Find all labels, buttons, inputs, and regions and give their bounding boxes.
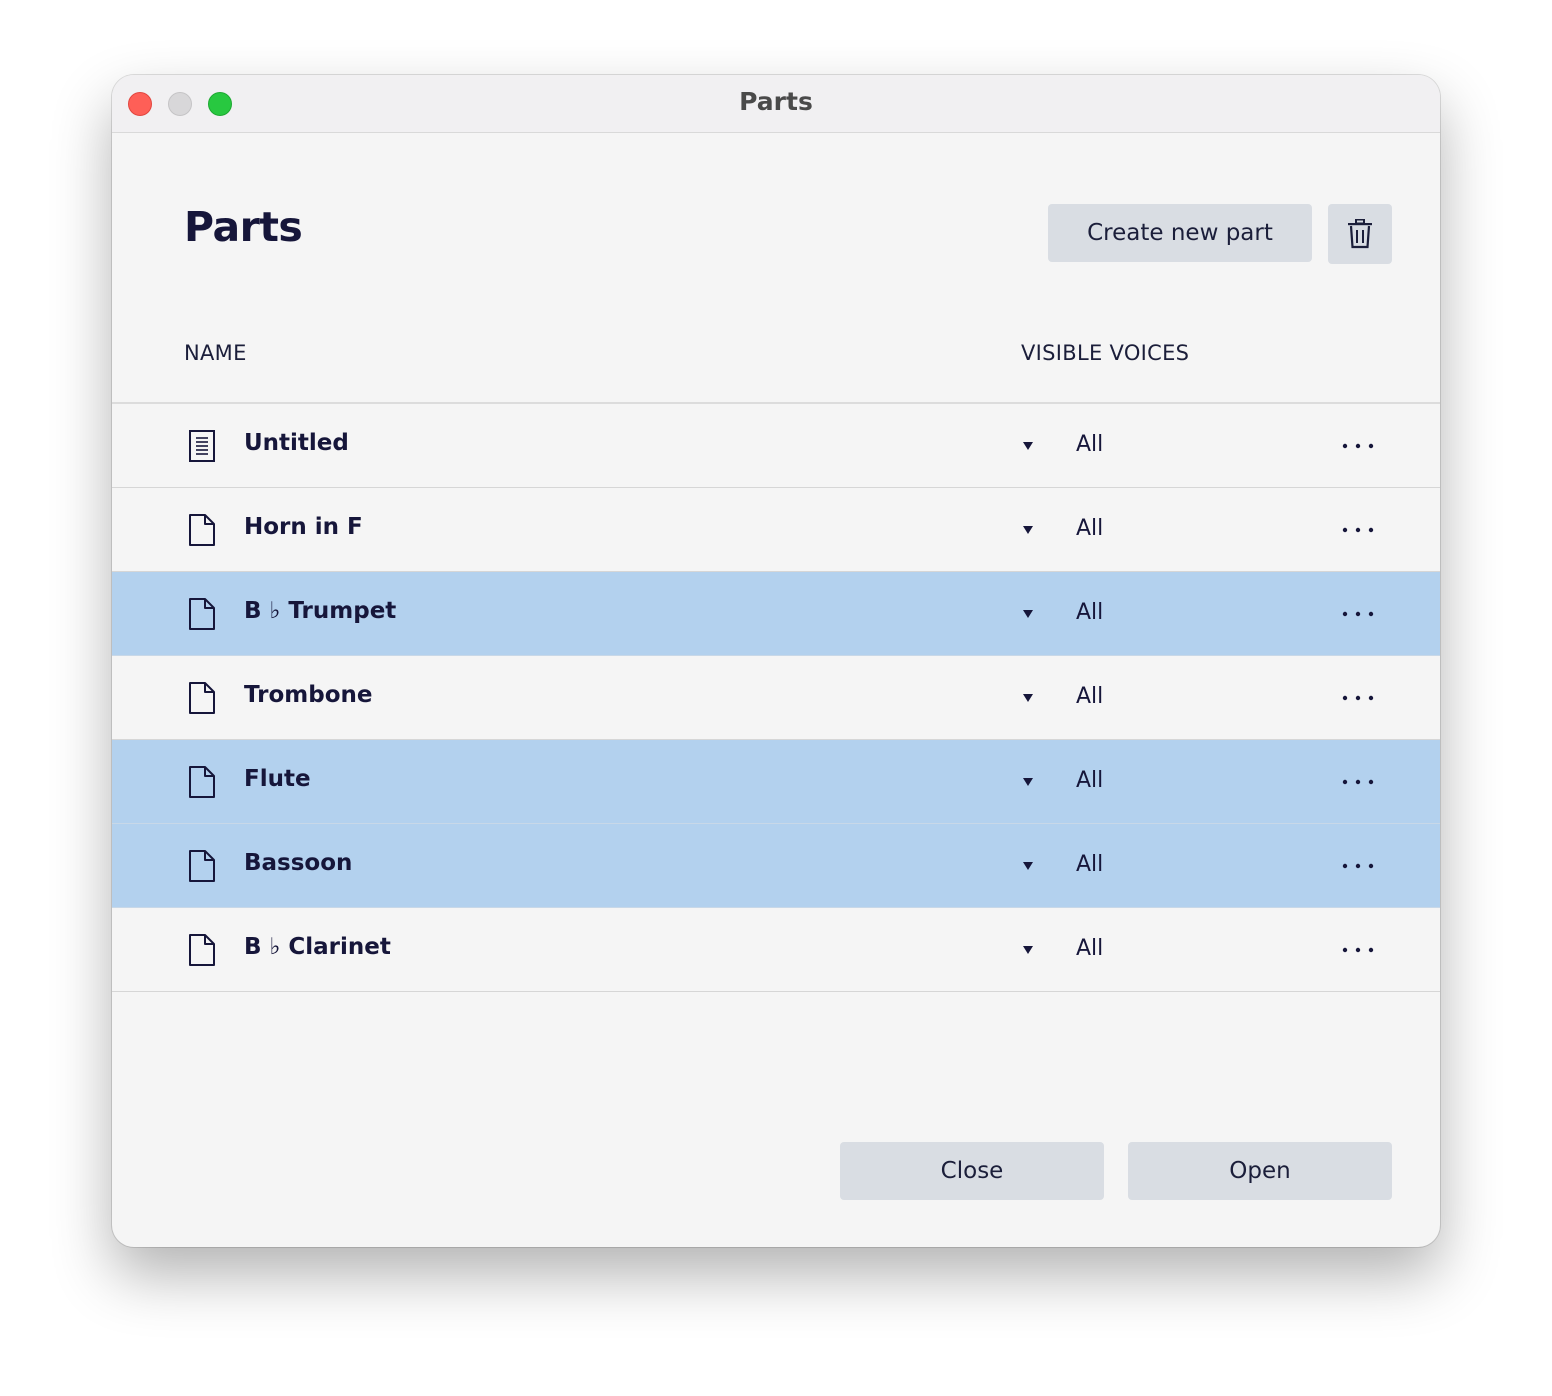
close-label: Close (940, 1158, 1004, 1184)
caret-down-icon[interactable] (1021, 606, 1035, 620)
table-row[interactable]: B ♭ Clarinet All (112, 908, 1440, 992)
delete-part-button[interactable] (1328, 204, 1392, 264)
open-label: Open (1229, 1158, 1291, 1184)
more-options-icon[interactable] (1342, 516, 1378, 544)
caret-down-icon[interactable] (1021, 774, 1035, 788)
visible-voices-value: All (1076, 936, 1104, 961)
part-name: Untitled (244, 430, 349, 456)
part-name: Horn in F (244, 514, 363, 540)
trash-icon (1348, 219, 1372, 249)
document-icon (189, 850, 215, 882)
part-name: B ♭ Trumpet (244, 598, 397, 624)
more-options-icon[interactable] (1342, 684, 1378, 712)
caret-down-icon[interactable] (1021, 522, 1035, 536)
caret-down-icon[interactable] (1021, 438, 1035, 452)
visible-voices-value: All (1076, 432, 1104, 457)
table-row[interactable]: Flute All (112, 740, 1440, 824)
window-title: Parts (739, 87, 813, 116)
open-button[interactable]: Open (1128, 1142, 1392, 1200)
document-icon (189, 598, 215, 630)
visible-voices-value: All (1076, 684, 1104, 709)
column-header-name: NAME (184, 341, 247, 365)
visible-voices-value: All (1076, 600, 1104, 625)
title-bar: Parts (112, 75, 1440, 133)
column-header-visible-voices: VISIBLE VOICES (1021, 341, 1190, 365)
part-name: Flute (244, 766, 311, 792)
more-options-icon[interactable] (1342, 936, 1378, 964)
document-icon (189, 766, 215, 798)
page-title: Parts (184, 203, 303, 251)
caret-down-icon[interactable] (1021, 858, 1035, 872)
more-options-icon[interactable] (1342, 768, 1378, 796)
part-name: Trombone (244, 682, 373, 708)
document-icon (189, 934, 215, 966)
visible-voices-value: All (1076, 852, 1104, 877)
table-row[interactable]: Trombone All (112, 656, 1440, 740)
part-name: Bassoon (244, 850, 353, 876)
more-options-icon[interactable] (1342, 852, 1378, 880)
table-row[interactable]: Untitled All (112, 404, 1440, 488)
document-icon (189, 514, 215, 546)
close-button[interactable]: Close (840, 1142, 1104, 1200)
table-row[interactable]: Bassoon All (112, 824, 1440, 908)
more-options-icon[interactable] (1342, 432, 1378, 460)
document-icon (189, 682, 215, 714)
create-new-part-button[interactable]: Create new part (1048, 204, 1312, 262)
parts-table: Untitled All Horn in F All B ♭ Trumpet All Tro… (112, 402, 1440, 992)
score-document-icon (189, 430, 215, 462)
more-options-icon[interactable] (1342, 600, 1378, 628)
visible-voices-value: All (1076, 516, 1104, 541)
visible-voices-value: All (1076, 768, 1104, 793)
parts-dialog: Parts Parts Create new part NAME VISIBLE… (112, 75, 1440, 1247)
caret-down-icon[interactable] (1021, 690, 1035, 704)
table-row[interactable]: B ♭ Trumpet All (112, 572, 1440, 656)
caret-down-icon[interactable] (1021, 942, 1035, 956)
create-new-part-label: Create new part (1087, 220, 1273, 246)
table-row[interactable]: Horn in F All (112, 488, 1440, 572)
part-name: B ♭ Clarinet (244, 934, 391, 960)
